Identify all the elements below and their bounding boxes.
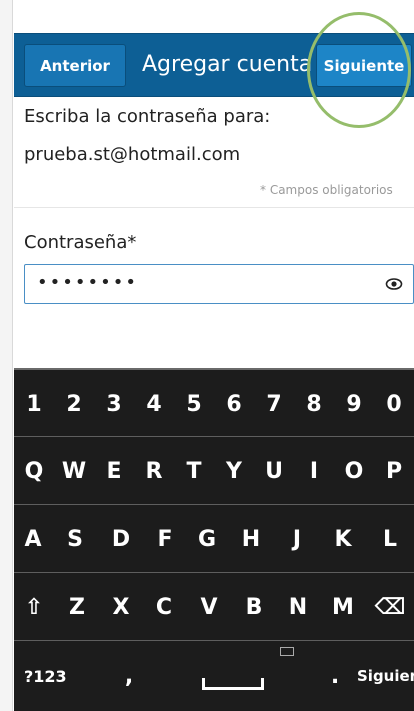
key-n[interactable]: N bbox=[276, 573, 320, 640]
page-title: Agregar cuenta bbox=[142, 52, 313, 77]
keyboard-row-asdf: A S D F G H J K L bbox=[14, 504, 414, 572]
required-fields-note: * Campos obligatorios bbox=[260, 183, 393, 197]
key-p[interactable]: P bbox=[374, 437, 414, 504]
back-button[interactable]: Anterior bbox=[24, 44, 126, 87]
shift-key[interactable]: ⇧ bbox=[14, 573, 54, 640]
backspace-key[interactable]: ⌫ bbox=[366, 573, 414, 640]
next-button[interactable]: Siguiente bbox=[316, 44, 412, 87]
key-i[interactable]: I bbox=[294, 437, 334, 504]
space-bar-icon bbox=[202, 678, 264, 690]
virtual-keyboard: 1 2 3 4 5 6 7 8 9 0 Q W E R T Y U I O P … bbox=[14, 368, 414, 711]
key-r[interactable]: R bbox=[134, 437, 174, 504]
period-key[interactable]: . bbox=[317, 641, 353, 711]
key-8[interactable]: 8 bbox=[294, 370, 334, 436]
key-z[interactable]: Z bbox=[54, 573, 100, 640]
key-y[interactable]: Y bbox=[214, 437, 254, 504]
key-w[interactable]: W bbox=[54, 437, 94, 504]
keyboard-row-qwerty: Q W E R T Y U I O P bbox=[14, 436, 414, 504]
screen: Anterior Agregar cuenta Siguiente Escrib… bbox=[14, 0, 414, 711]
symbols-key[interactable]: ?123 bbox=[14, 641, 109, 711]
key-4[interactable]: 4 bbox=[134, 370, 174, 436]
comma-key[interactable]: , bbox=[109, 641, 149, 711]
key-j[interactable]: J bbox=[274, 505, 320, 572]
key-e[interactable]: E bbox=[94, 437, 134, 504]
keyboard-row-bottom: ?123 , . Siguiente bbox=[14, 640, 414, 711]
key-t[interactable]: T bbox=[174, 437, 214, 504]
key-1[interactable]: 1 bbox=[14, 370, 54, 436]
key-o[interactable]: O bbox=[334, 437, 374, 504]
key-f[interactable]: F bbox=[144, 505, 186, 572]
key-v[interactable]: V bbox=[186, 573, 232, 640]
password-prompt: Escriba la contraseña para: bbox=[24, 106, 271, 127]
key-h[interactable]: H bbox=[228, 505, 274, 572]
show-password-eye-icon[interactable] bbox=[385, 275, 403, 293]
key-m[interactable]: M bbox=[320, 573, 366, 640]
keyboard-row-zxcv: ⇧ Z X C V B N M ⌫ bbox=[14, 572, 414, 640]
key-6[interactable]: 6 bbox=[214, 370, 254, 436]
divider bbox=[14, 207, 414, 208]
device-frame-edge bbox=[0, 0, 13, 711]
key-3[interactable]: 3 bbox=[94, 370, 134, 436]
keyboard-row-numbers: 1 2 3 4 5 6 7 8 9 0 bbox=[14, 368, 414, 436]
key-5[interactable]: 5 bbox=[174, 370, 214, 436]
password-label: Contraseña* bbox=[24, 232, 137, 253]
key-0[interactable]: 0 bbox=[374, 370, 414, 436]
key-u[interactable]: U bbox=[254, 437, 294, 504]
title-bar: Anterior Agregar cuenta Siguiente bbox=[14, 33, 414, 97]
enter-next-key[interactable]: Siguiente bbox=[353, 641, 414, 711]
key-l[interactable]: L bbox=[366, 505, 414, 572]
key-x[interactable]: X bbox=[100, 573, 142, 640]
key-g[interactable]: G bbox=[186, 505, 228, 572]
password-value: •••••••• bbox=[37, 272, 138, 293]
key-d[interactable]: D bbox=[98, 505, 144, 572]
key-7[interactable]: 7 bbox=[254, 370, 294, 436]
key-b[interactable]: B bbox=[232, 573, 276, 640]
password-field[interactable]: •••••••• bbox=[24, 264, 414, 304]
key-s[interactable]: S bbox=[52, 505, 98, 572]
account-email: prueba.st@hotmail.com bbox=[24, 144, 241, 165]
key-9[interactable]: 9 bbox=[334, 370, 374, 436]
keyboard-switch-icon bbox=[280, 647, 294, 656]
key-c[interactable]: C bbox=[142, 573, 186, 640]
key-a[interactable]: A bbox=[14, 505, 52, 572]
key-2[interactable]: 2 bbox=[54, 370, 94, 436]
key-q[interactable]: Q bbox=[14, 437, 54, 504]
key-k[interactable]: K bbox=[320, 505, 366, 572]
